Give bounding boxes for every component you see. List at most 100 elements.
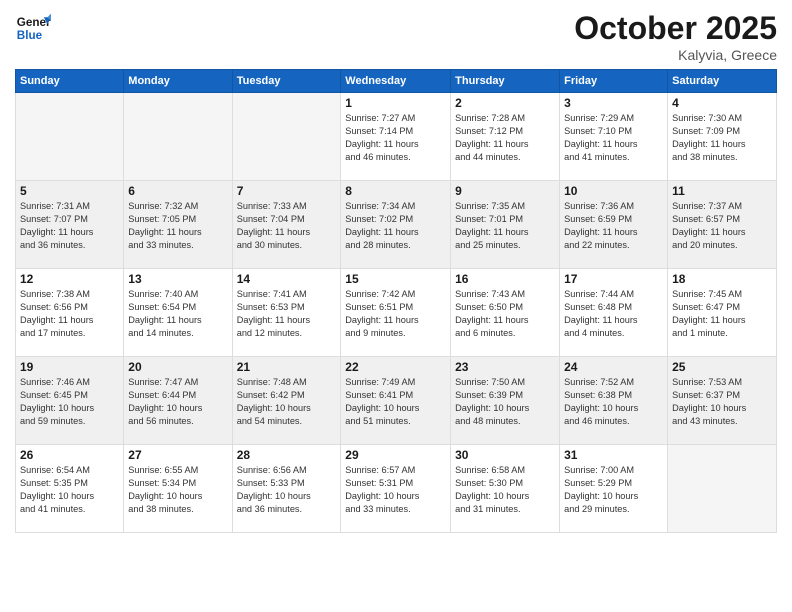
day-number: 8 [345, 184, 446, 198]
table-row: 25Sunrise: 7:53 AM Sunset: 6:37 PM Dayli… [668, 357, 777, 445]
day-info: Sunrise: 6:58 AM Sunset: 5:30 PM Dayligh… [455, 464, 555, 516]
table-row: 9 Sunrise: 7:35 AM Sunset: 7:01 PM Daylig… [451, 181, 560, 269]
day-number: 24 [564, 360, 663, 374]
table-row: 7 Sunrise: 7:33 AM Sunset: 7:04 PM Daylig… [232, 181, 341, 269]
table-row: 10 Sunrise: 7:36 AM Sunset: 6:59 PM Dayli… [560, 181, 668, 269]
day-number: 17 [564, 272, 663, 286]
day-info: Sunrise: 7:29 AM Sunset: 7:10 PM Dayligh… [564, 112, 663, 164]
day-info: Sunrise: 7:50 AM Sunset: 6:39 PM Dayligh… [455, 376, 555, 428]
day-number: 6 [128, 184, 227, 198]
location-subtitle: Kalyvia, Greece [574, 47, 777, 63]
day-number: 1 [345, 96, 446, 110]
col-tuesday: Tuesday [232, 70, 341, 93]
col-friday: Friday [560, 70, 668, 93]
day-number: 3 [564, 96, 663, 110]
table-row: 12 Sunrise: 7:38 AM Sunset: 6:56 PM Dayli… [16, 269, 124, 357]
table-row: 15 Sunrise: 7:42 AM Sunset: 6:51 PM Dayli… [341, 269, 451, 357]
day-number: 9 [455, 184, 555, 198]
calendar-table: Sunday Monday Tuesday Wednesday Thursday… [15, 69, 777, 533]
table-row: 13 Sunrise: 7:40 AM Sunset: 6:54 PM Dayli… [124, 269, 232, 357]
calendar-week-row: 19 Sunrise: 7:46 AM Sunset: 6:45 PM Dayli… [16, 357, 777, 445]
calendar-week-row: 5 Sunrise: 7:31 AM Sunset: 7:07 PM Daylig… [16, 181, 777, 269]
table-row [16, 93, 124, 181]
table-row: 18Sunrise: 7:45 AM Sunset: 6:47 PM Dayli… [668, 269, 777, 357]
header: General Blue October 2025 Kalyvia, Greec… [15, 10, 777, 63]
day-info: Sunrise: 7:44 AM Sunset: 6:48 PM Dayligh… [564, 288, 663, 340]
title-block: October 2025 Kalyvia, Greece [574, 10, 777, 63]
col-saturday: Saturday [668, 70, 777, 93]
day-info: Sunrise: 7:46 AM Sunset: 6:45 PM Dayligh… [20, 376, 119, 428]
day-number: 19 [20, 360, 119, 374]
day-info: Sunrise: 7:00 AM Sunset: 5:29 PM Dayligh… [564, 464, 663, 516]
table-row: 30Sunrise: 6:58 AM Sunset: 5:30 PM Dayli… [451, 445, 560, 533]
table-row: 14 Sunrise: 7:41 AM Sunset: 6:53 PM Dayli… [232, 269, 341, 357]
calendar-header-row: Sunday Monday Tuesday Wednesday Thursday… [16, 70, 777, 93]
col-monday: Monday [124, 70, 232, 93]
day-number: 15 [345, 272, 446, 286]
table-row: 27Sunrise: 6:55 AM Sunset: 5:34 PM Dayli… [124, 445, 232, 533]
day-info: Sunrise: 7:48 AM Sunset: 6:42 PM Dayligh… [237, 376, 337, 428]
day-info: Sunrise: 7:42 AM Sunset: 6:51 PM Dayligh… [345, 288, 446, 340]
day-number: 23 [455, 360, 555, 374]
table-row: 4 Sunrise: 7:30 AM Sunset: 7:09 PM Daylig… [668, 93, 777, 181]
day-number: 29 [345, 448, 446, 462]
day-info: Sunrise: 7:35 AM Sunset: 7:01 PM Dayligh… [455, 200, 555, 252]
logo: General Blue [15, 10, 51, 46]
day-info: Sunrise: 7:40 AM Sunset: 6:54 PM Dayligh… [128, 288, 227, 340]
table-row: 6 Sunrise: 7:32 AM Sunset: 7:05 PM Daylig… [124, 181, 232, 269]
day-info: Sunrise: 7:52 AM Sunset: 6:38 PM Dayligh… [564, 376, 663, 428]
day-info: Sunrise: 7:33 AM Sunset: 7:04 PM Dayligh… [237, 200, 337, 252]
table-row: 11Sunrise: 7:37 AM Sunset: 6:57 PM Dayli… [668, 181, 777, 269]
day-info: Sunrise: 7:49 AM Sunset: 6:41 PM Dayligh… [345, 376, 446, 428]
day-number: 10 [564, 184, 663, 198]
day-number: 12 [20, 272, 119, 286]
table-row: 26 Sunrise: 6:54 AM Sunset: 5:35 PM Dayli… [16, 445, 124, 533]
day-number: 21 [237, 360, 337, 374]
day-info: Sunrise: 6:56 AM Sunset: 5:33 PM Dayligh… [237, 464, 337, 516]
day-info: Sunrise: 7:31 AM Sunset: 7:07 PM Dayligh… [20, 200, 119, 252]
table-row: 5 Sunrise: 7:31 AM Sunset: 7:07 PM Daylig… [16, 181, 124, 269]
day-info: Sunrise: 7:30 AM Sunset: 7:09 PM Dayligh… [672, 112, 772, 164]
table-row [668, 445, 777, 533]
table-row: 21 Sunrise: 7:48 AM Sunset: 6:42 PM Dayli… [232, 357, 341, 445]
table-row: 2Sunrise: 7:28 AM Sunset: 7:12 PM Daylig… [451, 93, 560, 181]
col-wednesday: Wednesday [341, 70, 451, 93]
day-info: Sunrise: 6:55 AM Sunset: 5:34 PM Dayligh… [128, 464, 227, 516]
table-row: 1 Sunrise: 7:27 AM Sunset: 7:14 PM Daylig… [341, 93, 451, 181]
day-info: Sunrise: 6:54 AM Sunset: 5:35 PM Dayligh… [20, 464, 119, 516]
day-info: Sunrise: 7:36 AM Sunset: 6:59 PM Dayligh… [564, 200, 663, 252]
logo-icon: General Blue [15, 10, 51, 46]
day-number: 20 [128, 360, 227, 374]
day-number: 16 [455, 272, 555, 286]
day-number: 13 [128, 272, 227, 286]
day-info: Sunrise: 6:57 AM Sunset: 5:31 PM Dayligh… [345, 464, 446, 516]
table-row: 24 Sunrise: 7:52 AM Sunset: 6:38 PM Dayli… [560, 357, 668, 445]
day-number: 11 [672, 184, 772, 198]
day-number: 5 [20, 184, 119, 198]
day-number: 7 [237, 184, 337, 198]
day-info: Sunrise: 7:27 AM Sunset: 7:14 PM Dayligh… [345, 112, 446, 164]
day-number: 4 [672, 96, 772, 110]
day-info: Sunrise: 7:45 AM Sunset: 6:47 PM Dayligh… [672, 288, 772, 340]
day-info: Sunrise: 7:32 AM Sunset: 7:05 PM Dayligh… [128, 200, 227, 252]
table-row: 31Sunrise: 7:00 AM Sunset: 5:29 PM Dayli… [560, 445, 668, 533]
calendar-week-row: 26 Sunrise: 6:54 AM Sunset: 5:35 PM Dayli… [16, 445, 777, 533]
table-row: 19 Sunrise: 7:46 AM Sunset: 6:45 PM Dayli… [16, 357, 124, 445]
day-info: Sunrise: 7:41 AM Sunset: 6:53 PM Dayligh… [237, 288, 337, 340]
table-row: 28 Sunrise: 6:56 AM Sunset: 5:33 PM Dayli… [232, 445, 341, 533]
day-number: 28 [237, 448, 337, 462]
day-number: 25 [672, 360, 772, 374]
table-row: 22Sunrise: 7:49 AM Sunset: 6:41 PM Dayli… [341, 357, 451, 445]
day-number: 14 [237, 272, 337, 286]
calendar-week-row: 1 Sunrise: 7:27 AM Sunset: 7:14 PM Daylig… [16, 93, 777, 181]
col-sunday: Sunday [16, 70, 124, 93]
month-title: October 2025 [574, 10, 777, 47]
table-row: 23 Sunrise: 7:50 AM Sunset: 6:39 PM Dayli… [451, 357, 560, 445]
table-row: 29 Sunrise: 6:57 AM Sunset: 5:31 PM Dayli… [341, 445, 451, 533]
day-info: Sunrise: 7:38 AM Sunset: 6:56 PM Dayligh… [20, 288, 119, 340]
day-info: Sunrise: 7:43 AM Sunset: 6:50 PM Dayligh… [455, 288, 555, 340]
table-row: 8Sunrise: 7:34 AM Sunset: 7:02 PM Daylig… [341, 181, 451, 269]
day-info: Sunrise: 7:47 AM Sunset: 6:44 PM Dayligh… [128, 376, 227, 428]
col-thursday: Thursday [451, 70, 560, 93]
day-number: 26 [20, 448, 119, 462]
